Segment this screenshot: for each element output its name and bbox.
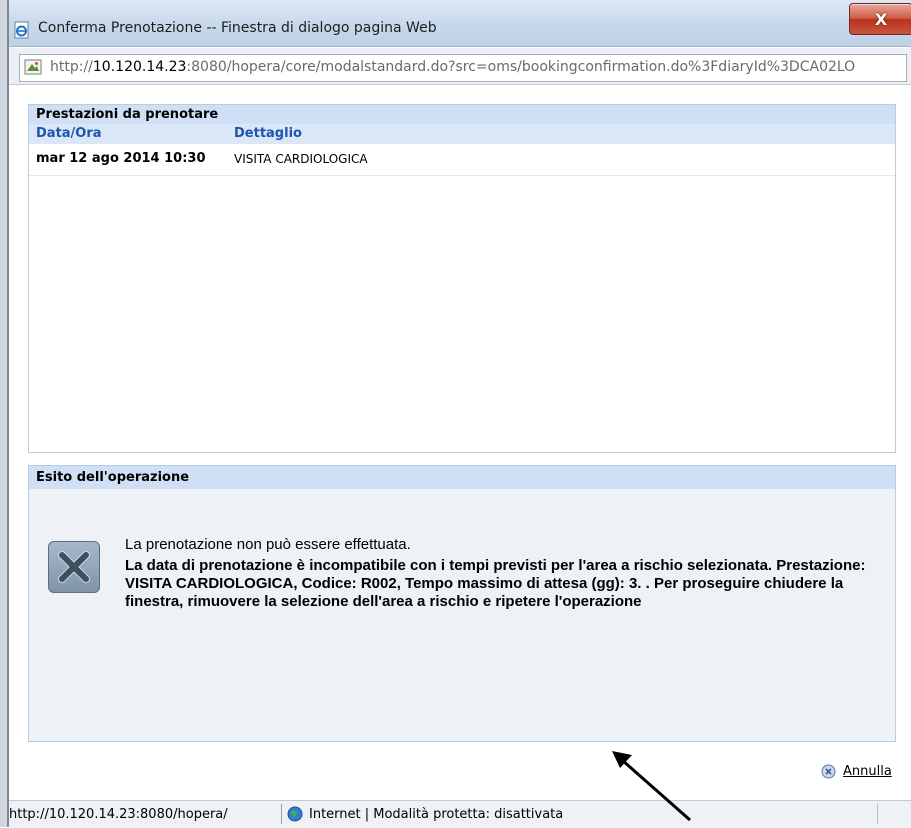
result-panel: Esito dell'operazione La prenotazione no…: [28, 465, 896, 742]
address-url-host: 10.120.14.23: [92, 59, 187, 75]
column-header-datetime[interactable]: Data/Ora: [36, 126, 102, 141]
table-row[interactable]: mar 12 ago 2014 10:30 VISITA CARDIOLOGIC…: [29, 144, 895, 176]
status-security-zone[interactable]: Internet | Modalità protetta: disattivat…: [309, 807, 563, 822]
dialog-content: Prestazioni da prenotare Data/Ora Dettag…: [9, 85, 911, 800]
window-left-border: [0, 0, 9, 827]
result-message: La prenotazione non può essere effettuat…: [125, 536, 885, 611]
status-divider-right: [877, 804, 878, 824]
status-bar: http://10.120.14.23:8080/hopera/ Interne…: [9, 800, 911, 828]
address-bar: http://10.120.14.23:8080/hopera/core/mod…: [9, 48, 911, 85]
status-url: http://10.120.14.23:8080/hopera/: [9, 807, 228, 822]
address-url-path: :8080/hopera/core/modalstandard.do?src=o…: [186, 59, 856, 75]
address-field[interactable]: http://10.120.14.23:8080/hopera/core/mod…: [19, 54, 907, 82]
title-bar[interactable]: Conferma Prenotazione -- Finestra di dia…: [9, 0, 911, 47]
cancel-circle-icon: [821, 764, 836, 779]
result-message-detail: La data di prenotazione è incompatibile …: [125, 557, 866, 610]
column-header-detail[interactable]: Dettaglio: [234, 126, 302, 141]
bookings-panel-title: Prestazioni da prenotare: [29, 105, 895, 124]
result-message-summary: La prenotazione non può essere effettuat…: [125, 536, 411, 553]
close-icon: X: [874, 9, 888, 29]
bookings-table-header: Data/Ora Dettaglio: [29, 124, 895, 144]
address-url: http://10.120.14.23:8080/hopera/core/mod…: [50, 59, 902, 75]
status-divider: [281, 804, 282, 824]
error-x-icon: [48, 541, 100, 593]
close-button[interactable]: X: [849, 3, 911, 35]
ie-page-icon: [14, 21, 29, 39]
result-panel-title: Esito dell'operazione: [29, 466, 895, 489]
booking-detail: VISITA CARDIOLOGICA: [234, 152, 368, 166]
address-url-prefix: http://: [50, 59, 93, 75]
globe-icon: [287, 806, 303, 822]
bookings-panel: Prestazioni da prenotare Data/Ora Dettag…: [28, 104, 896, 453]
cancel-button[interactable]: Annulla: [821, 764, 892, 779]
booking-datetime: mar 12 ago 2014 10:30: [36, 151, 206, 166]
address-page-icon: [24, 59, 42, 75]
window-title: Conferma Prenotazione -- Finestra di dia…: [38, 20, 437, 36]
cancel-label: Annulla: [843, 764, 892, 779]
